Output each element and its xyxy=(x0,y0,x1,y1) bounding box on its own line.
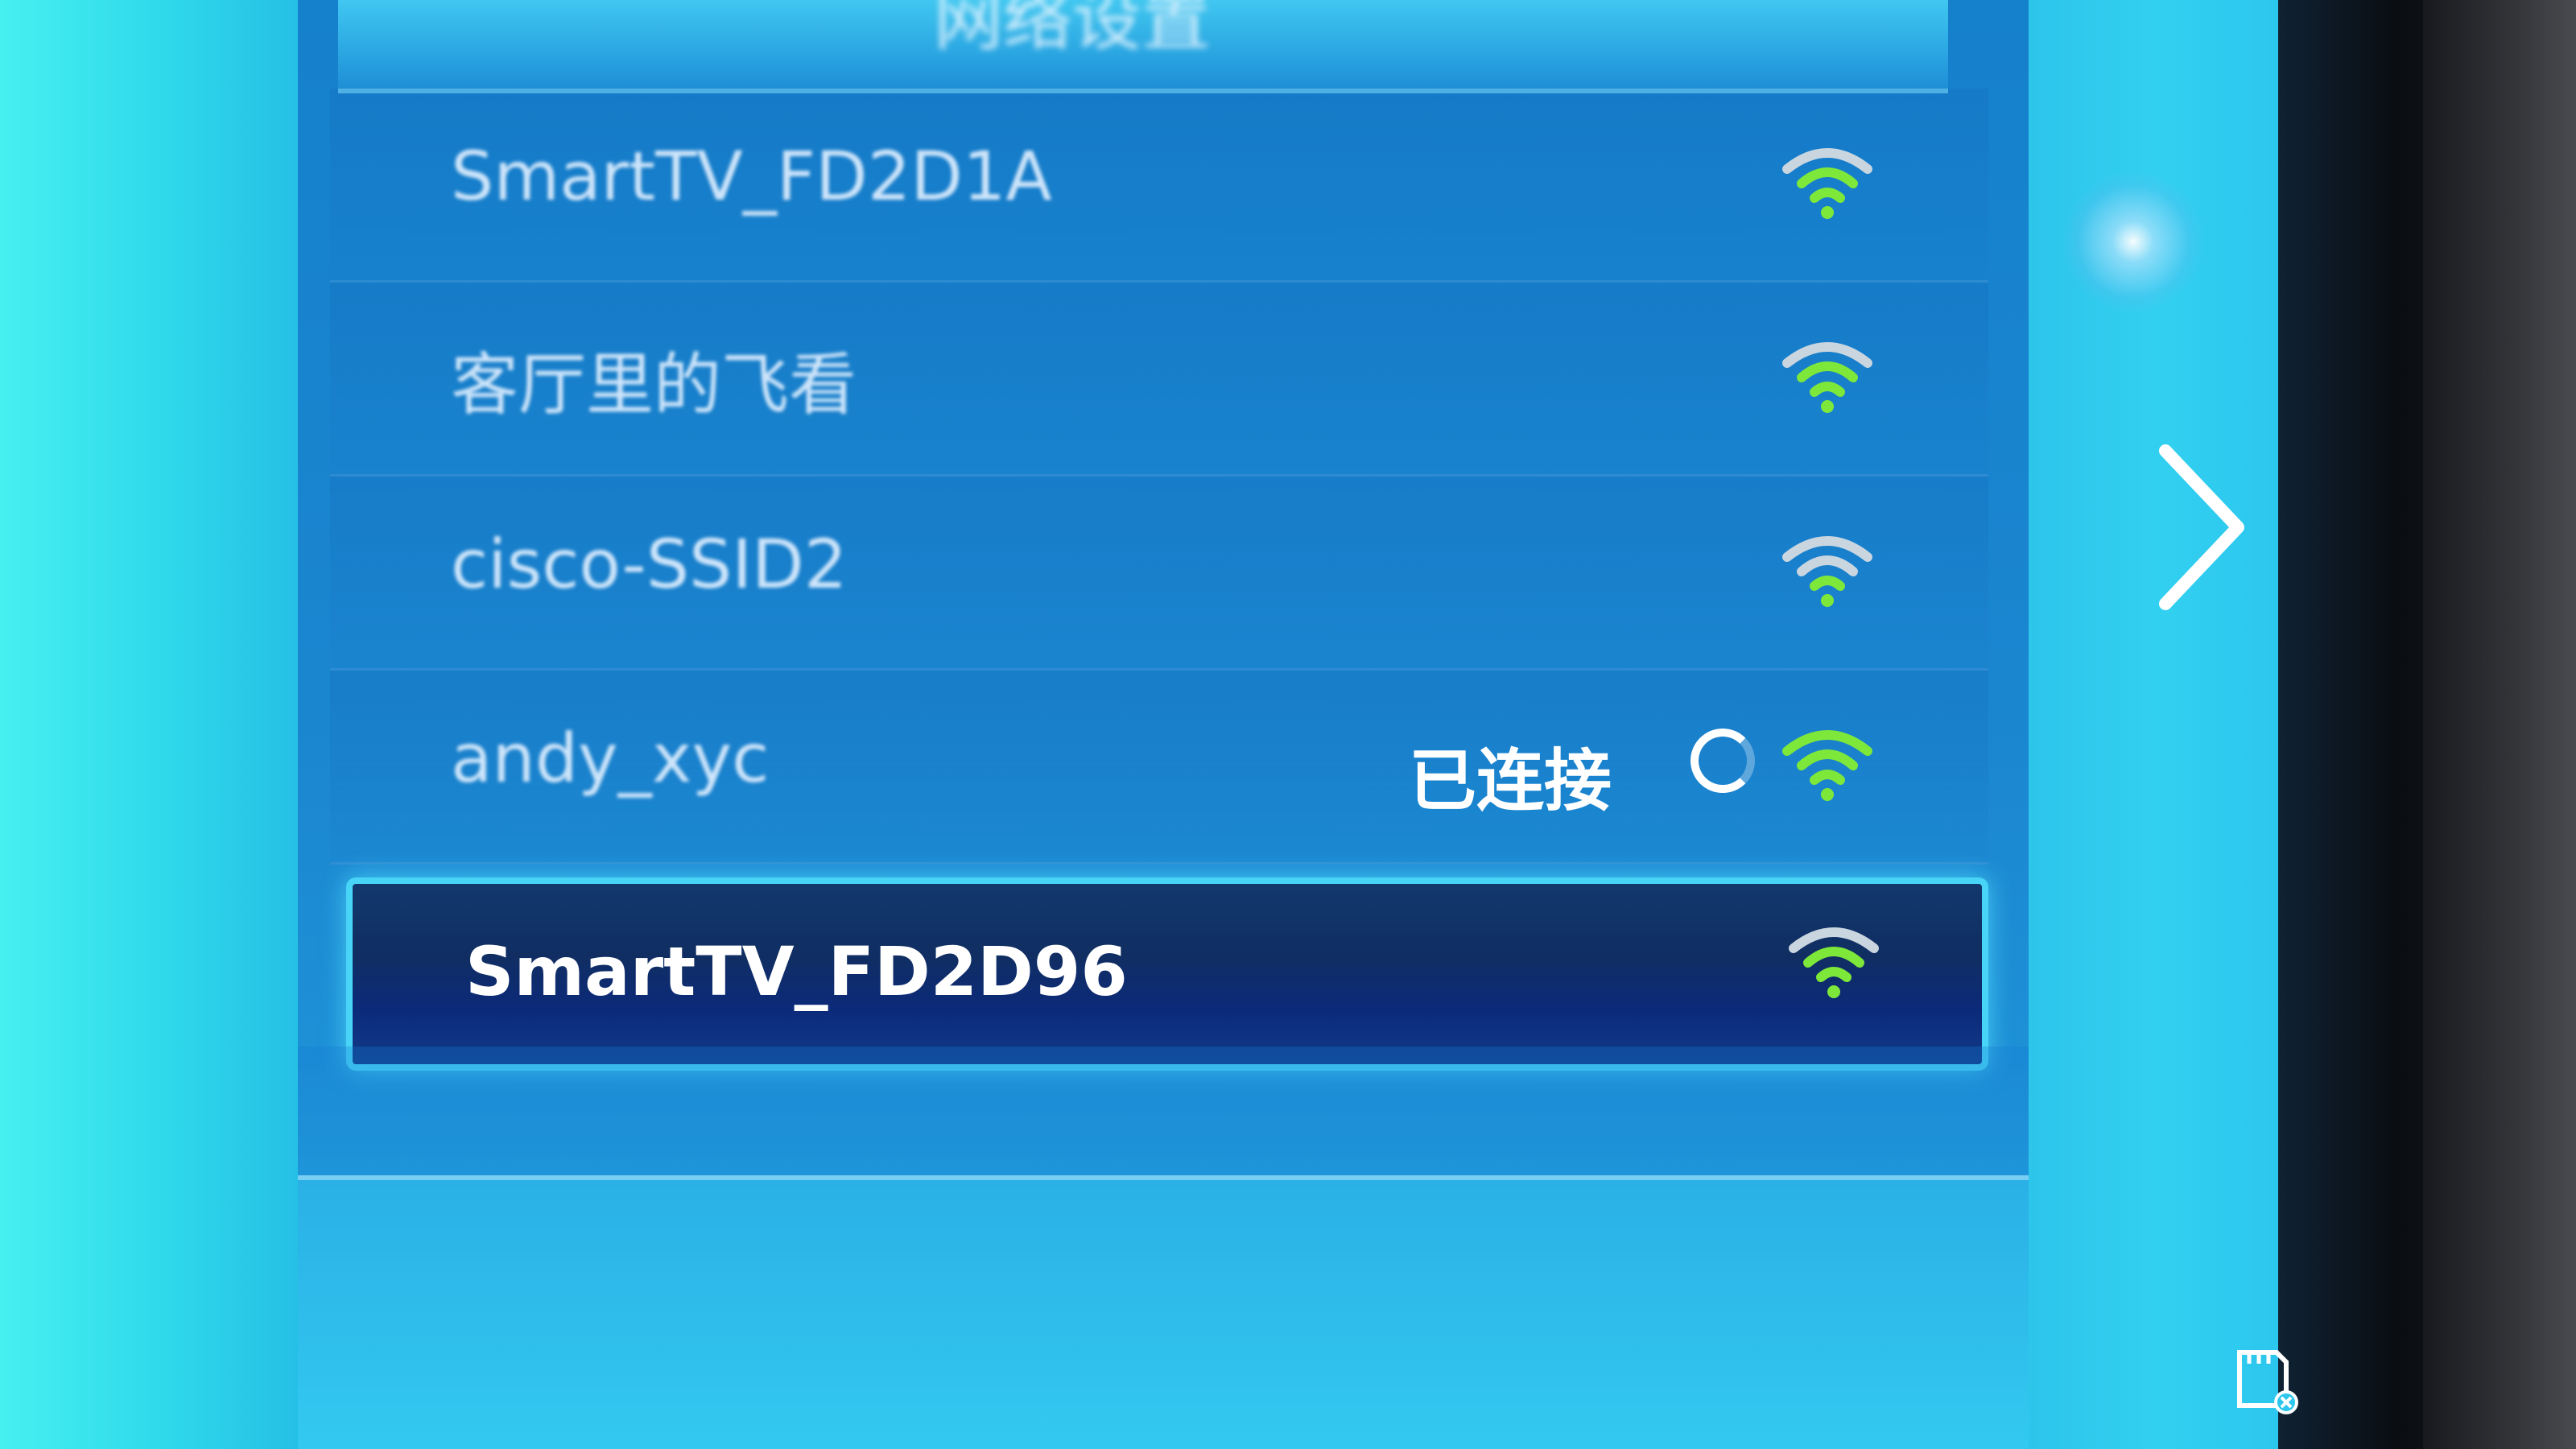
network-name: SmartTV_FD2D96 xyxy=(465,932,1128,1011)
wifi-signal-icon xyxy=(1782,342,1872,413)
wifi-network-item[interactable]: SmartTV_FD2D1A xyxy=(330,89,1988,283)
wifi-signal-icon xyxy=(1782,148,1872,219)
wifi-network-item[interactable]: andy_xyc 已连接 xyxy=(330,671,1988,865)
network-name: cisco-SSID2 xyxy=(451,525,848,604)
wifi-signal-icon xyxy=(1782,730,1872,801)
network-settings-panel: 网络设置 SmartTV_FD2D1A 客厅里的飞看 cisco-SSID2 a… xyxy=(298,0,2029,1449)
wifi-signal-icon xyxy=(1789,927,1879,998)
network-name: 客厅里的飞看 xyxy=(451,345,857,424)
connected-status: 已连接 xyxy=(1409,741,1612,820)
page-title: 网络设置 xyxy=(934,0,1211,60)
wifi-network-item[interactable]: cisco-SSID2 xyxy=(330,477,1988,671)
light-reflection xyxy=(2061,169,2206,314)
network-name: andy_xyc xyxy=(451,719,770,798)
header-bar: 网络设置 xyxy=(338,0,1948,93)
screen-left-glow xyxy=(0,0,338,1449)
loading-spinner-icon xyxy=(1690,729,1755,793)
list-empty-area xyxy=(298,1046,2029,1180)
bezel-highlight xyxy=(2423,0,2576,1449)
network-name: SmartTV_FD2D1A xyxy=(451,137,1052,216)
sd-card-icon xyxy=(2237,1350,2298,1414)
chevron-right-icon[interactable] xyxy=(2149,435,2262,620)
wifi-network-item[interactable]: 客厅里的飞看 xyxy=(330,283,1988,477)
wifi-signal-icon xyxy=(1782,536,1872,607)
wifi-network-item-selected[interactable]: SmartTV_FD2D96 xyxy=(346,877,1988,1071)
wifi-network-list: SmartTV_FD2D1A 客厅里的飞看 cisco-SSID2 andy_x… xyxy=(330,89,1988,1071)
panel-bottom xyxy=(298,1180,2029,1449)
